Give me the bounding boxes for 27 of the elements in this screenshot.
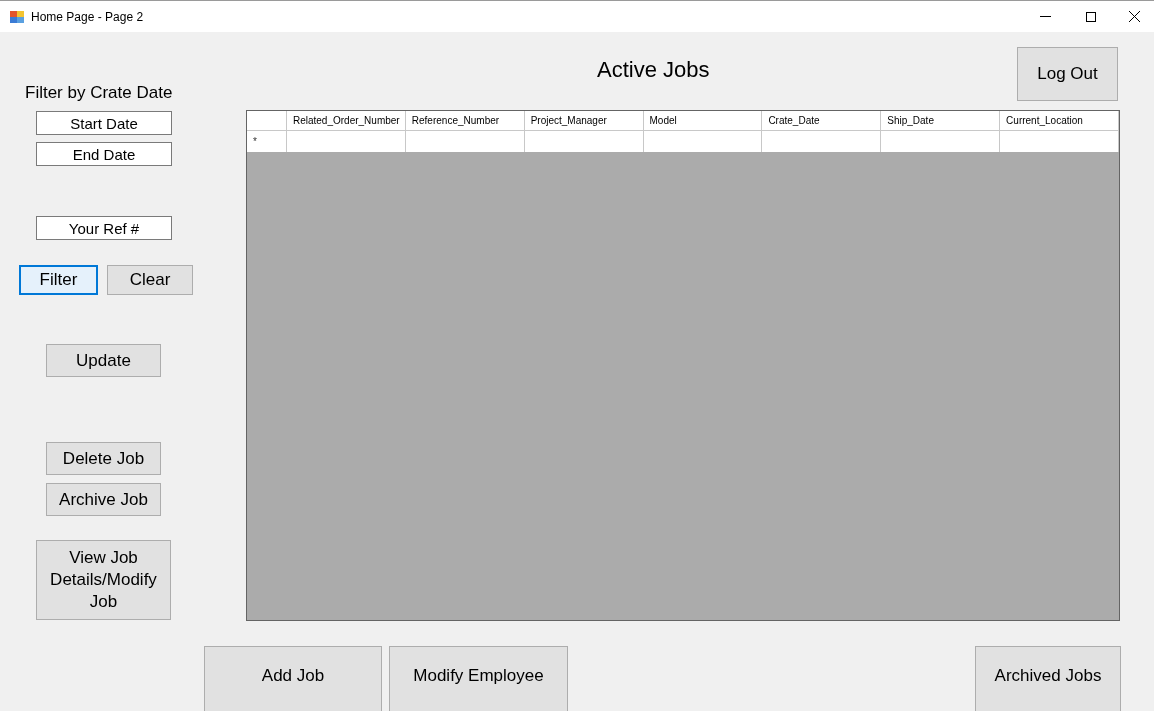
action-button[interactable]: Modify Employee — [389, 646, 568, 711]
column-header[interactable]: Project_Manager — [524, 111, 644, 130]
action-button[interactable]: Add Job — [204, 646, 382, 711]
filter-button[interactable]: Clear — [107, 265, 193, 295]
column-header[interactable]: Current_Location — [1000, 111, 1119, 130]
action-button[interactable]: Update — [46, 344, 161, 377]
window-title: Home Page - Page 2 — [31, 8, 144, 26]
column-header[interactable]: Related_Order_Number — [286, 111, 406, 130]
action-button[interactable]: Archive Job — [46, 483, 161, 516]
action-button[interactable]: View Job Details/Modify Job — [36, 540, 171, 620]
log-out-button[interactable]: Log Out — [1017, 47, 1118, 101]
app-icon — [10, 10, 24, 23]
action-button[interactable]: Delete Job — [46, 442, 161, 475]
text-field[interactable]: Start Date — [36, 111, 172, 135]
maximize-icon — [1086, 11, 1096, 22]
text-field[interactable]: Your Ref # — [36, 216, 172, 240]
filter-button[interactable]: Filter — [19, 265, 98, 295]
page-heading: Active Jobs — [597, 56, 710, 84]
action-button[interactable]: Archived Jobs — [975, 646, 1121, 711]
filter-label: Filter by Crate Date — [25, 83, 173, 103]
column-header[interactable]: Reference_Number — [405, 111, 525, 130]
column-header[interactable]: Ship_Date — [881, 111, 1001, 130]
text-field[interactable]: End Date — [36, 142, 172, 166]
close-icon — [1128, 11, 1140, 22]
column-header[interactable]: Crate_Date — [762, 111, 882, 130]
column-header[interactable]: Model — [643, 111, 763, 130]
minimize-icon — [1039, 16, 1051, 17]
